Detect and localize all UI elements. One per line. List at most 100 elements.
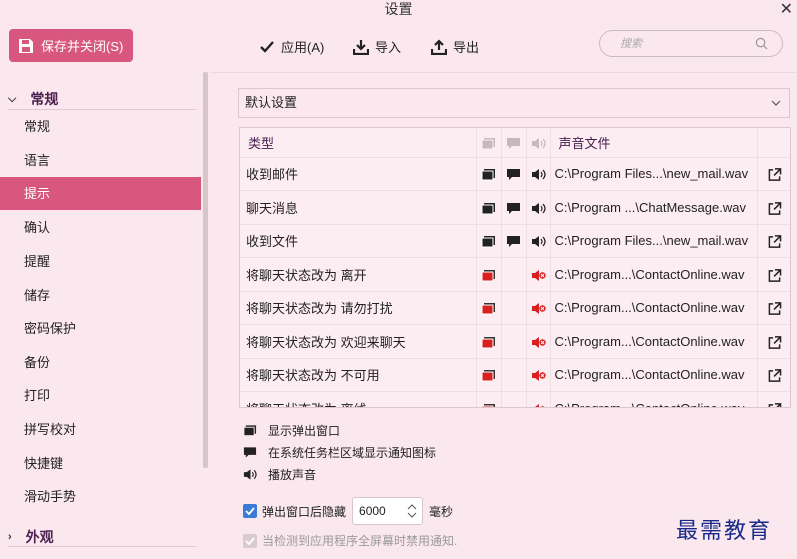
external-link-icon[interactable] xyxy=(767,369,782,383)
fullscreen-option: 当检测到应用程序全屏幕时禁用通知. xyxy=(243,532,457,549)
column-header-popup[interactable] xyxy=(476,128,502,158)
table-row[interactable]: 将聊天状态改为 不可用 C:\Program...\ContactOnline.w… xyxy=(240,358,790,392)
open-file-cell[interactable] xyxy=(757,224,790,258)
table-row[interactable]: 收到文件 C:\Program Files...\new_mail.wav xyxy=(240,224,790,258)
table-row[interactable]: 收到邮件 C:\Program Files...\new_mail.wav xyxy=(240,157,790,191)
chat-bubble-cell[interactable] xyxy=(501,190,527,225)
search-box[interactable] xyxy=(599,30,783,57)
chevron-up-icon[interactable] xyxy=(407,503,417,510)
speaker-cell[interactable] xyxy=(526,157,551,191)
external-link-icon[interactable] xyxy=(767,302,782,316)
popup-window-cell[interactable] xyxy=(476,224,502,258)
speaker-cell[interactable] xyxy=(526,224,551,258)
sidebar-item-print[interactable]: 打印 xyxy=(0,379,201,412)
chat-bubble-icon xyxy=(507,202,520,214)
fullscreen-checkbox[interactable] xyxy=(243,533,257,548)
preset-value: 默认设置 xyxy=(245,95,298,110)
external-link-icon[interactable] xyxy=(767,268,782,282)
hide-popup-checkbox[interactable] xyxy=(243,504,257,518)
chat-bubble-cell[interactable] xyxy=(501,358,527,392)
open-file-cell[interactable] xyxy=(757,257,790,292)
sidebar-item-gestures[interactable]: 滑动手势 xyxy=(0,480,201,513)
sidebar-item-confirm[interactable]: 确认 xyxy=(0,211,201,244)
table-row[interactable]: 将聊天状态改为 请勿打扰 C:\Program...\ContactOnline.… xyxy=(240,291,790,325)
open-file-cell[interactable] xyxy=(757,190,790,225)
popup-window-cell[interactable] xyxy=(476,157,502,191)
speaker-icon xyxy=(531,169,546,181)
external-link-icon[interactable] xyxy=(767,335,782,349)
chat-bubble-cell[interactable] xyxy=(501,157,527,191)
table-row[interactable]: 将聊天状态改为 欢迎来聊天 C:\Program...\ContactOnline… xyxy=(240,324,790,359)
sidebar-item-general[interactable]: 常规 xyxy=(0,110,201,143)
open-file-cell[interactable] xyxy=(757,391,790,408)
chevron-down-icon[interactable] xyxy=(407,512,417,519)
speaker-muted-cell[interactable] xyxy=(526,358,551,392)
external-link-icon[interactable] xyxy=(767,168,782,182)
popup-window-cell[interactable] xyxy=(476,257,502,292)
column-header-sound-file[interactable]: 声音文件 xyxy=(550,128,758,158)
speaker-cell[interactable] xyxy=(526,190,551,225)
chat-bubble-cell[interactable] xyxy=(501,324,527,359)
sidebar-item-notifications[interactable]: 提示 xyxy=(0,177,201,210)
external-link-icon[interactable] xyxy=(767,201,782,215)
column-header-tray[interactable] xyxy=(501,128,527,158)
speaker-muted-icon xyxy=(531,370,546,382)
popup-window-cell[interactable] xyxy=(476,391,502,407)
sidebar-scrollbar[interactable] xyxy=(203,72,208,468)
external-link-icon[interactable] xyxy=(767,402,782,408)
open-file-cell[interactable] xyxy=(757,157,790,191)
table-row[interactable]: 将聊天状态改为 离开 C:\Program...\ContactOnline.wa… xyxy=(240,257,790,292)
popup-window-icon xyxy=(481,202,495,215)
table-row[interactable]: 聊天消息 C:\Program ...\ChatMessage.wav xyxy=(240,190,790,225)
sidebar-item-reminder[interactable]: 提醒 xyxy=(0,245,201,278)
category-general[interactable]: ⌵ 常规 xyxy=(8,89,58,109)
chat-bubble-icon xyxy=(507,137,520,149)
chat-bubble-cell[interactable] xyxy=(501,391,527,407)
open-file-cell[interactable] xyxy=(757,291,790,325)
legend-popup-label: 显示弹出窗口 xyxy=(268,424,341,438)
speaker-muted-cell[interactable] xyxy=(526,391,551,407)
popup-window-cell[interactable] xyxy=(476,190,502,225)
hide-popup-input[interactable] xyxy=(353,498,402,524)
import-icon xyxy=(353,39,369,55)
save-and-close-button[interactable]: 保存并关闭(S) xyxy=(9,29,133,62)
chat-bubble-icon xyxy=(243,447,257,458)
speaker-muted-icon xyxy=(531,336,546,348)
open-file-cell[interactable] xyxy=(757,358,790,392)
column-header-type[interactable]: 类型 xyxy=(240,128,477,158)
chat-bubble-cell[interactable] xyxy=(501,224,527,258)
export-button[interactable]: 导出 xyxy=(431,37,479,56)
apply-button[interactable]: 应用(A) xyxy=(259,37,324,56)
sidebar-item-language[interactable]: 语言 xyxy=(0,144,201,177)
category-appearance[interactable]: › 外观 xyxy=(8,527,54,547)
preset-dropdown[interactable]: 默认设置 xyxy=(238,88,790,118)
legend-tray-label: 在系统任务栏区域显示通知图标 xyxy=(268,446,437,460)
table-row[interactable]: 将聊天状态改为 离线 C:\Program...\ContactOnline.wa… xyxy=(240,391,790,408)
sidebar-item-storage[interactable]: 储存 xyxy=(0,279,201,312)
speaker-muted-cell[interactable] xyxy=(526,257,551,292)
chat-bubble-cell[interactable] xyxy=(501,291,527,325)
open-file-cell[interactable] xyxy=(757,324,790,359)
notification-type: 将聊天状态改为 请勿打扰 xyxy=(240,291,477,325)
speaker-muted-cell[interactable] xyxy=(526,324,551,359)
popup-window-cell[interactable] xyxy=(476,291,502,325)
speaker-muted-cell[interactable] xyxy=(526,291,551,325)
sound-file-path: C:\Program ...\ChatMessage.wav xyxy=(550,190,758,225)
hide-popup-stepper[interactable] xyxy=(352,497,424,525)
chat-bubble-cell[interactable] xyxy=(501,257,527,292)
import-button[interactable]: 导入 xyxy=(353,37,401,56)
watermark-text: 最需教育 xyxy=(676,519,773,544)
search-input[interactable] xyxy=(620,31,760,56)
close-button[interactable]: ✕ xyxy=(780,0,793,19)
popup-window-cell[interactable] xyxy=(476,324,502,359)
sidebar-item-spellcheck[interactable]: 拼写校对 xyxy=(0,413,201,446)
window-title: 设置 xyxy=(384,1,413,17)
chat-bubble-icon xyxy=(507,169,520,181)
column-header-sound[interactable] xyxy=(526,128,551,158)
sidebar-item-shortcuts[interactable]: 快捷键 xyxy=(0,447,201,480)
sidebar-item-backup[interactable]: 备份 xyxy=(0,346,201,379)
external-link-icon[interactable] xyxy=(767,235,782,249)
popup-window-icon xyxy=(243,425,257,437)
popup-window-cell[interactable] xyxy=(476,358,502,392)
sidebar-item-password[interactable]: 密码保护 xyxy=(0,312,201,345)
